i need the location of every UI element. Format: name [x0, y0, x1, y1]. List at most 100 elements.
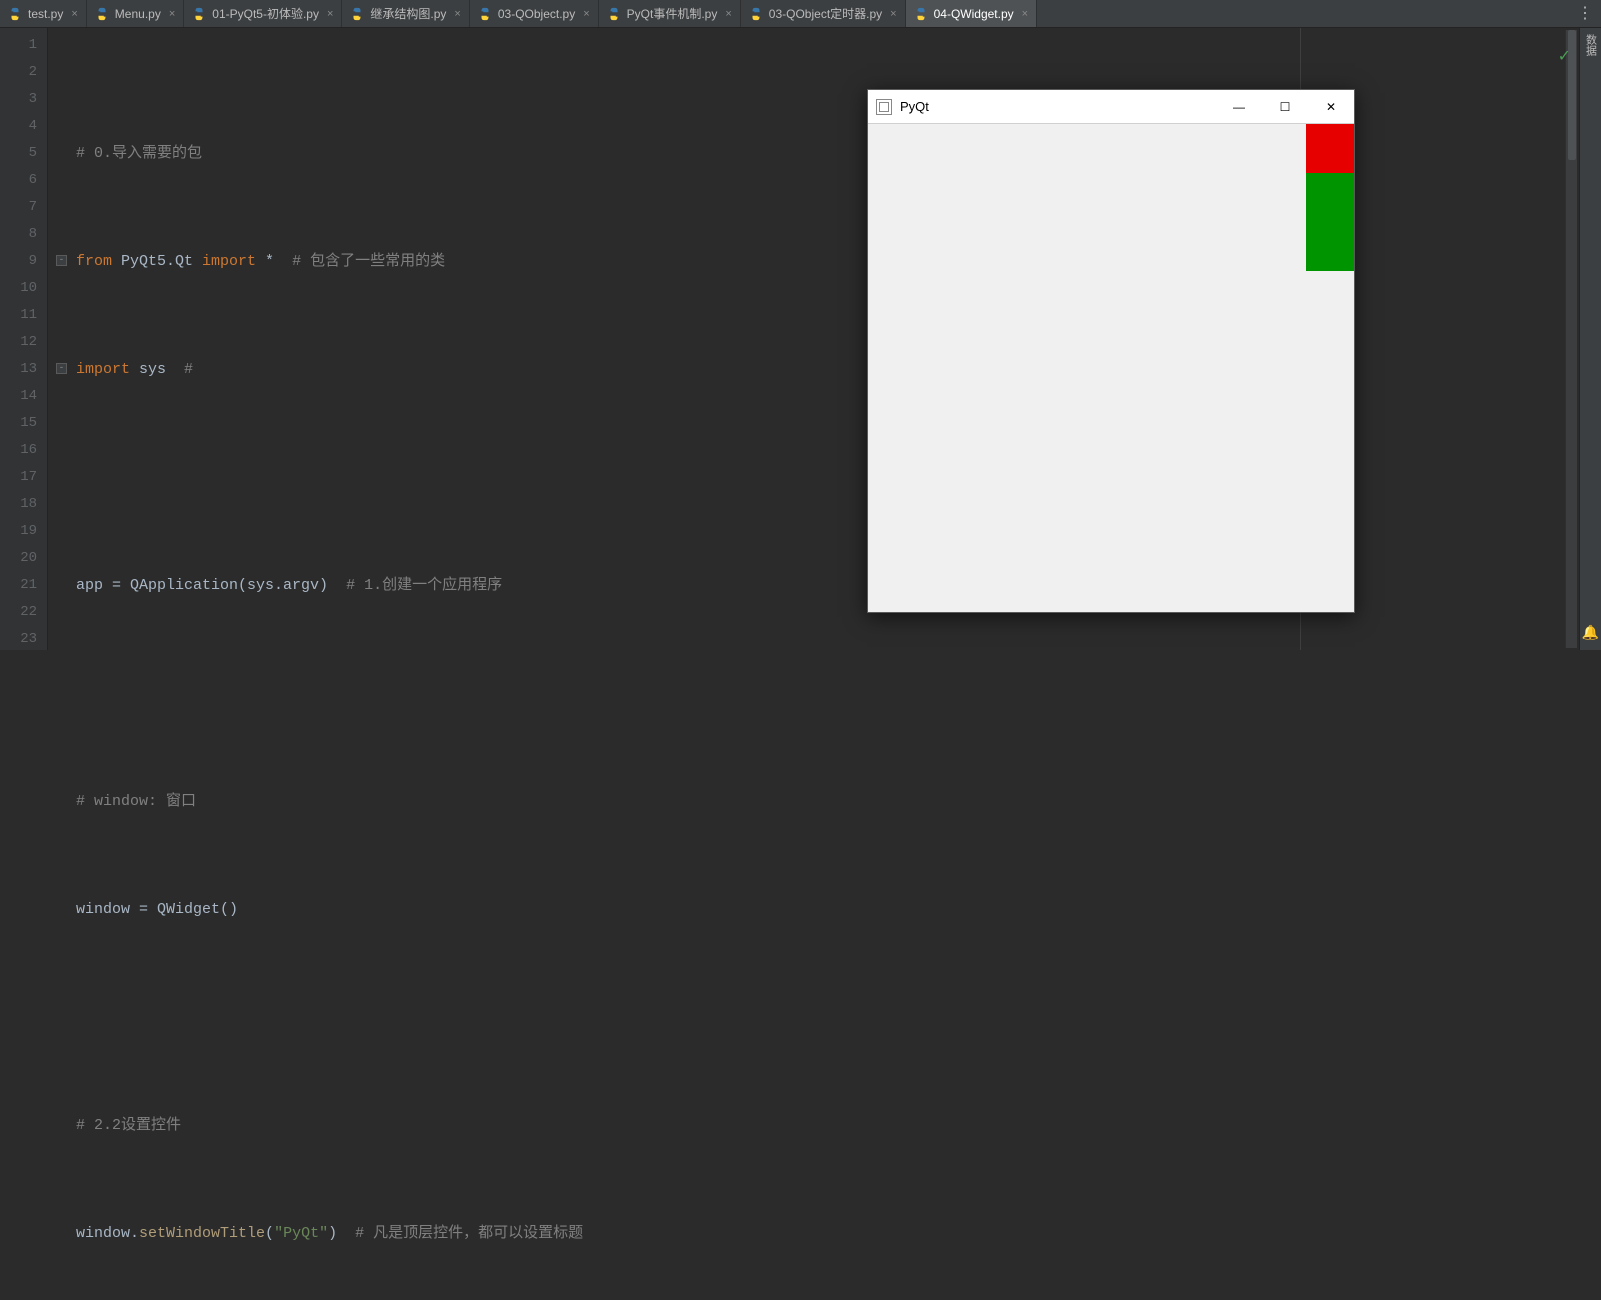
tab-label: 04-QWidget.py	[934, 7, 1014, 21]
red-widget	[1306, 124, 1354, 173]
close-button[interactable]: ✕	[1308, 91, 1354, 123]
code-line: # window: 窗口	[76, 788, 1579, 815]
line-number: 20	[4, 545, 37, 572]
code-token: window =	[76, 901, 157, 918]
line-number: 6	[4, 167, 37, 194]
code-token: sys	[139, 361, 166, 378]
pyqt-app-icon	[876, 99, 892, 115]
minimize-button[interactable]: —	[1216, 91, 1262, 123]
notifications-icon[interactable]: 🔔	[1582, 625, 1599, 642]
line-number: 12	[4, 329, 37, 356]
close-icon[interactable]: ×	[583, 8, 589, 20]
tab-inherit[interactable]: 继承结构图.py ×	[342, 0, 469, 27]
python-icon	[914, 7, 928, 21]
line-number: 4	[4, 113, 37, 140]
line-number: 13	[4, 356, 37, 383]
code-token: )	[328, 1225, 337, 1242]
line-number: 11	[4, 302, 37, 329]
tab-label: PyQt事件机制.py	[627, 5, 718, 22]
code-line	[76, 680, 1579, 707]
pyqt-client-area	[868, 124, 1354, 612]
line-number: 15	[4, 410, 37, 437]
tab-label: 03-QObject.py	[498, 7, 575, 21]
line-number: 17	[4, 464, 37, 491]
close-icon[interactable]: ×	[71, 8, 77, 20]
tab-label: 继承结构图.py	[370, 5, 446, 22]
tab-menu[interactable]: Menu.py ×	[87, 0, 184, 27]
close-icon[interactable]: ×	[454, 8, 460, 20]
line-number: 10	[4, 275, 37, 302]
code-token: "PyQt"	[274, 1225, 328, 1242]
line-number: 8	[4, 221, 37, 248]
code-token: import	[76, 361, 139, 378]
code-token	[328, 577, 346, 594]
more-icon[interactable]: ⋮	[1577, 6, 1593, 22]
code-token	[337, 1225, 355, 1242]
database-tool-button[interactable]: 数据	[1583, 28, 1599, 62]
tab-label: test.py	[28, 7, 63, 21]
python-icon	[8, 7, 22, 21]
tab-01-pyqt5[interactable]: 01-PyQt5-初体验.py ×	[184, 0, 342, 27]
line-number: 9	[4, 248, 37, 275]
code-token: #	[184, 361, 193, 378]
line-number: 1	[4, 32, 37, 59]
code-token: # 2.2设置控件	[76, 1117, 181, 1134]
python-icon	[192, 7, 206, 21]
code-token: QApplication	[130, 577, 238, 594]
code-token: ()	[220, 901, 238, 918]
line-number: 7	[4, 194, 37, 221]
code-token: # 凡是顶层控件，都可以设置标题	[355, 1225, 583, 1242]
line-number: 5	[4, 140, 37, 167]
code-token: # 0.导入需要的包	[76, 145, 202, 162]
close-icon[interactable]: ×	[327, 8, 333, 20]
line-number: 19	[4, 518, 37, 545]
code-line	[76, 1004, 1579, 1031]
fold-icon[interactable]: -	[56, 255, 67, 266]
close-icon[interactable]: ×	[1022, 8, 1028, 20]
tab-04-qwidget[interactable]: 04-QWidget.py ×	[906, 0, 1037, 27]
line-gutter: 1 2 3 4 5 6 7 8 9 10 11 12 13 14 15 16 1…	[0, 28, 48, 650]
tab-label: 01-PyQt5-初体验.py	[212, 5, 319, 22]
pyqt-window-title: PyQt	[900, 99, 1216, 114]
green-widget	[1306, 173, 1354, 271]
pyqt-titlebar[interactable]: PyQt — ☐ ✕	[868, 90, 1354, 124]
tab-03-qobject-timer[interactable]: 03-QObject定时器.py ×	[741, 0, 906, 27]
close-icon[interactable]: ×	[725, 8, 731, 20]
pyqt-output-window[interactable]: PyQt — ☐ ✕	[867, 89, 1355, 613]
code-token: import	[202, 253, 265, 270]
code-line: window = QWidget()	[76, 896, 1579, 923]
code-token: setWindowTitle	[139, 1225, 265, 1242]
code-token: (	[265, 1225, 274, 1242]
line-number: 22	[4, 599, 37, 626]
close-icon[interactable]: ×	[169, 8, 175, 20]
line-number: 14	[4, 383, 37, 410]
line-number: 2	[4, 59, 37, 86]
tab-test[interactable]: test.py ×	[0, 0, 87, 27]
python-icon	[478, 7, 492, 21]
right-toolwindow-bar: 数据 🔔	[1579, 28, 1601, 650]
python-icon	[607, 7, 621, 21]
tab-03-qobject[interactable]: 03-QObject.py ×	[470, 0, 599, 27]
line-number: 3	[4, 86, 37, 113]
code-token: from	[76, 253, 121, 270]
tab-pyqt-event[interactable]: PyQt事件机制.py ×	[599, 0, 741, 27]
line-number: 23	[4, 626, 37, 653]
code-token: *	[265, 253, 274, 270]
python-icon	[95, 7, 109, 21]
line-number: 18	[4, 491, 37, 518]
code-token	[166, 361, 184, 378]
code-token: # window: 窗口	[76, 793, 196, 810]
code-token: # 包含了一些常用的类	[292, 253, 445, 270]
code-token: app =	[76, 577, 130, 594]
editor-tabbar: test.py × Menu.py × 01-PyQt5-初体验.py × 继承…	[0, 0, 1601, 28]
python-icon	[350, 7, 364, 21]
maximize-button[interactable]: ☐	[1262, 91, 1308, 123]
code-token	[274, 253, 292, 270]
code-token: QWidget	[157, 901, 220, 918]
tab-label: 03-QObject定时器.py	[769, 5, 882, 22]
close-icon[interactable]: ×	[890, 8, 896, 20]
code-token: window.	[76, 1225, 139, 1242]
code-line: # 2.2设置控件	[76, 1112, 1579, 1139]
fold-icon[interactable]: -	[56, 363, 67, 374]
line-number: 16	[4, 437, 37, 464]
